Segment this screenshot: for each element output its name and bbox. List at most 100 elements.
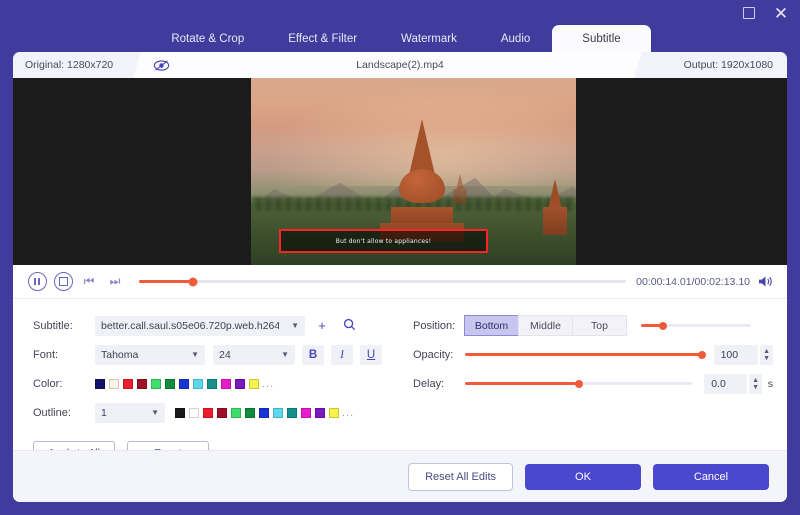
font-size-value: 24 bbox=[219, 348, 231, 361]
position-row: Position: Bottom Middle Top bbox=[413, 311, 773, 340]
italic-button[interactable]: I bbox=[331, 344, 353, 365]
delay-slider[interactable] bbox=[465, 377, 693, 391]
color-swatch-8[interactable] bbox=[207, 378, 217, 389]
position-slider-track bbox=[641, 321, 751, 330]
tab-subtitle[interactable]: Subtitle bbox=[552, 25, 651, 53]
side-pagoda-base bbox=[543, 207, 567, 235]
next-frame-icon: ⏭ bbox=[109, 274, 121, 288]
next-frame-button[interactable]: ⏭ bbox=[105, 272, 125, 292]
subtitle-overlay-box[interactable]: But don't allow to appliances! bbox=[279, 229, 488, 253]
pause-button[interactable] bbox=[27, 272, 47, 292]
position-option-top[interactable]: Top bbox=[572, 315, 627, 336]
video-preview[interactable]: But don't allow to appliances! bbox=[13, 78, 787, 265]
eye-off-icon[interactable] bbox=[153, 59, 170, 72]
position-slider[interactable] bbox=[641, 319, 751, 333]
opacity-label: Opacity: bbox=[413, 348, 454, 361]
opacity-row: Opacity: 100 ▲ ▼ bbox=[413, 340, 773, 369]
delay-label: Delay: bbox=[413, 377, 445, 390]
close-icon: ✕ bbox=[773, 3, 789, 23]
color-swatch-9[interactable] bbox=[221, 378, 231, 389]
outline-swatch-3[interactable] bbox=[217, 407, 227, 418]
player-bar: ⏮ ⏭ 00:00:14.01/00:02:13.10 bbox=[13, 265, 787, 299]
chevron-down-icon: ▼ bbox=[151, 408, 159, 417]
search-subtitle-button[interactable] bbox=[339, 316, 359, 336]
outline-swatch-6[interactable] bbox=[259, 407, 269, 418]
opacity-value-field[interactable]: 100 bbox=[713, 344, 759, 365]
bold-button[interactable]: B bbox=[302, 344, 324, 365]
chevron-down-icon: ▼ bbox=[291, 321, 299, 330]
previous-frame-icon: ⏮ bbox=[83, 274, 95, 288]
tab-effect-filter[interactable]: Effect & Filter bbox=[266, 26, 379, 53]
close-button[interactable]: ✕ bbox=[772, 4, 790, 22]
video-frame: But don't allow to appliances! bbox=[251, 78, 576, 265]
outline-more-button[interactable]: ... bbox=[342, 407, 354, 419]
font-family-select[interactable]: Tahoma ▼ bbox=[95, 344, 205, 365]
pagoda-dome bbox=[399, 169, 445, 203]
output-resolution-label: Output: 1920x1080 bbox=[683, 59, 773, 71]
underline-button[interactable]: U bbox=[360, 344, 382, 365]
position-slider-handle[interactable] bbox=[659, 321, 667, 330]
seek-fill bbox=[139, 280, 193, 283]
outline-swatch-8[interactable] bbox=[287, 407, 297, 418]
color-swatch-10[interactable] bbox=[235, 378, 245, 389]
outline-swatch-11[interactable] bbox=[329, 407, 339, 418]
position-option-middle[interactable]: Middle bbox=[518, 315, 573, 336]
outline-swatch-9[interactable] bbox=[301, 407, 311, 418]
color-swatch-2[interactable] bbox=[123, 378, 133, 389]
outline-swatch-10[interactable] bbox=[315, 407, 325, 418]
volume-icon[interactable] bbox=[758, 275, 773, 288]
color-swatch-4[interactable] bbox=[151, 378, 161, 389]
stepper-up-icon: ▲ bbox=[763, 347, 771, 355]
outline-swatch-7[interactable] bbox=[273, 407, 283, 418]
tab-rotate-crop[interactable]: Rotate & Crop bbox=[149, 26, 266, 53]
color-swatch-list bbox=[95, 378, 259, 389]
ok-button[interactable]: OK bbox=[525, 463, 641, 490]
subtitle-select[interactable]: better.call.saul.s05e06.720p.web.h264-xl… bbox=[95, 315, 305, 336]
color-swatch-6[interactable] bbox=[179, 378, 189, 389]
outline-swatch-1[interactable] bbox=[189, 407, 199, 418]
plus-icon: + bbox=[318, 318, 326, 333]
position-option-bottom[interactable]: Bottom bbox=[464, 315, 519, 336]
title-bar: ✕ bbox=[0, 0, 800, 27]
font-size-select[interactable]: 24 ▼ bbox=[213, 344, 295, 365]
color-swatch-7[interactable] bbox=[193, 378, 203, 389]
color-swatch-3[interactable] bbox=[137, 378, 147, 389]
color-swatch-5[interactable] bbox=[165, 378, 175, 389]
font-label: Font: bbox=[33, 348, 59, 361]
outline-swatch-5[interactable] bbox=[245, 407, 255, 418]
delay-slider-fill bbox=[465, 382, 579, 385]
delay-slider-track bbox=[465, 379, 693, 388]
settings-right-column: Position: Bottom Middle Top Opacity: 100… bbox=[413, 311, 773, 398]
stop-button[interactable] bbox=[53, 272, 73, 292]
outline-width-select[interactable]: 1 ▼ bbox=[95, 402, 165, 423]
color-swatch-1[interactable] bbox=[109, 378, 119, 389]
color-swatch-11[interactable] bbox=[249, 378, 259, 389]
color-more-button[interactable]: ... bbox=[262, 378, 274, 390]
maximize-button[interactable] bbox=[740, 4, 758, 22]
seek-handle[interactable] bbox=[188, 277, 198, 286]
opacity-stepper[interactable]: ▲ ▼ bbox=[760, 344, 773, 365]
opacity-slider[interactable] bbox=[465, 348, 706, 362]
outline-swatch-2[interactable] bbox=[203, 407, 213, 418]
position-segmented-control: Bottom Middle Top bbox=[464, 315, 627, 336]
subtitle-row: Subtitle: better.call.saul.s05e06.720p.w… bbox=[33, 311, 403, 340]
pagoda-spire bbox=[409, 119, 435, 175]
outline-swatch-0[interactable] bbox=[175, 407, 185, 418]
seek-bar[interactable] bbox=[139, 277, 627, 286]
delay-value-field[interactable]: 0.0 bbox=[704, 373, 748, 394]
delay-stepper[interactable]: ▲ ▼ bbox=[749, 373, 762, 394]
subtitle-overlay-text: But don't allow to appliances! bbox=[335, 237, 432, 245]
chevron-down-icon: ▼ bbox=[281, 350, 289, 359]
previous-frame-button[interactable]: ⏮ bbox=[79, 272, 99, 292]
color-swatch-0[interactable] bbox=[95, 378, 105, 389]
opacity-slider-handle[interactable] bbox=[697, 350, 706, 359]
footer-bar: Reset All Edits OK Cancel bbox=[13, 450, 787, 502]
tab-watermark[interactable]: Watermark bbox=[379, 26, 479, 53]
tab-audio[interactable]: Audio bbox=[479, 26, 552, 53]
outline-swatch-4[interactable] bbox=[231, 407, 241, 418]
reset-all-edits-button[interactable]: Reset All Edits bbox=[408, 462, 513, 491]
delay-slider-handle[interactable] bbox=[574, 379, 583, 388]
add-subtitle-button[interactable]: + bbox=[312, 316, 332, 336]
cancel-button[interactable]: Cancel bbox=[653, 463, 769, 490]
side-pagoda-spire bbox=[548, 179, 562, 209]
